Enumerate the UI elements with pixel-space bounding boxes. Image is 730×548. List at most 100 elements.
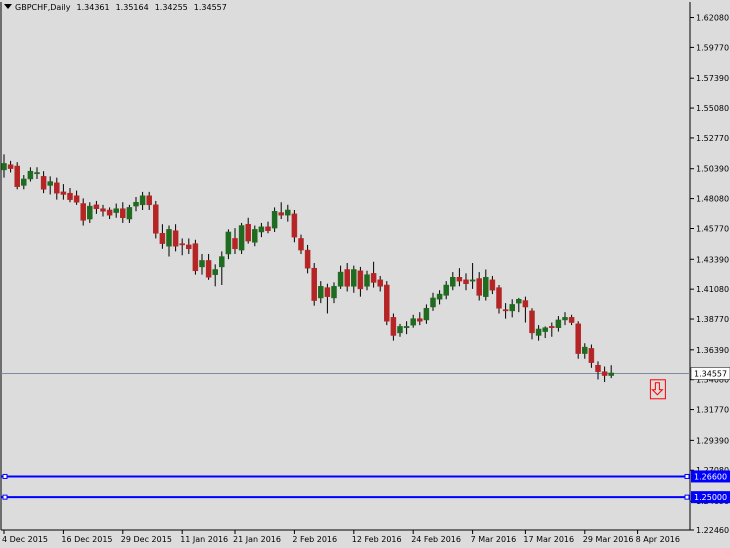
price-tick-label: 1.45770 [696,224,729,233]
price-tick-label: 1.52770 [696,134,729,143]
candle-body [582,346,588,354]
candle-body [205,260,212,278]
price-tick-label: 1.29390 [696,436,729,445]
candle-body [258,226,265,233]
collapse-triangle-icon[interactable] [4,4,12,9]
price-tick-label: 1.31770 [696,406,729,415]
open-value: 1.34361 [76,3,110,12]
candle-body [403,326,410,328]
candle-body [483,277,489,297]
candle-body [179,243,185,246]
price-tick-label: 1.22460 [696,526,729,535]
time-tick-label: 29 Dec 2015 [121,535,172,544]
candle-body [186,244,192,250]
candle-body [549,326,555,328]
candle-body [489,279,496,291]
level-handle-right [684,494,690,500]
price-tick-label: 1.36390 [696,346,729,355]
bear-candle [575,321,581,359]
candle-body [139,195,146,206]
candle-body [364,274,370,287]
time-tick-label: 16 Dec 2015 [61,535,112,544]
candle-body [153,204,159,234]
candle-body [166,229,172,247]
candle-body [126,207,133,220]
candle-body [601,371,608,376]
candle-body [285,209,291,216]
candle-body [377,279,383,287]
candle-body [225,231,232,255]
candle-body [304,249,311,269]
candle-body [7,164,14,169]
candle-body [318,286,324,299]
candle-body [496,287,502,309]
candle-body [212,269,218,275]
time-tick-label: 24 Feb 2016 [411,535,461,544]
candle-body [568,317,575,323]
price-tick-label: 1.59770 [696,43,729,52]
candle-body [469,279,476,282]
candle-body [291,213,298,238]
candle-body [423,308,430,321]
time-tick-label: 21 Jan 2016 [233,535,281,544]
candle-body [417,318,423,322]
symbol-label: GBPCHF,Daily [15,3,71,12]
candle-body [555,319,562,328]
candle-body [397,326,403,334]
candle-body [265,226,271,231]
time-tick-label: 11 Jan 2016 [180,535,228,544]
price-tick-label: 1.55080 [696,104,729,113]
time-tick-label: 8 Apr 2016 [636,535,680,544]
price-tick-label: 1.43390 [696,255,729,264]
candle-body [384,284,390,322]
candle-body [509,304,515,312]
candle-body [344,269,350,287]
chart-background [0,0,730,548]
candle-body [232,238,238,250]
candle-body [238,225,245,251]
candle-body [21,178,27,186]
candle-body [192,243,199,272]
time-tick-label: 17 Mar 2016 [523,535,574,544]
price-tick-label: 1.57390 [696,74,729,83]
candle-body [87,205,93,220]
candle-body [14,165,20,187]
candle-body [120,208,126,219]
candle-body [608,372,614,376]
candle-body [450,277,456,287]
candle-body [271,211,278,229]
candle-body [1,163,7,171]
candle-body [443,284,449,296]
level-handle-right [684,473,690,479]
current-price-label: 1.34557 [694,370,727,379]
candle-body [245,223,251,242]
price-tick-label: 1.50390 [696,165,729,174]
candle-body [516,298,522,304]
candle-body [252,229,258,243]
price-tick-label: 1.41080 [696,285,729,294]
candle-body [106,209,113,216]
candle-body [80,203,86,221]
candle-body [73,195,80,203]
candle-body [27,170,34,180]
bull-candle [238,222,245,254]
candle-body [562,317,568,321]
bear-candle [14,162,20,190]
candle-body [100,208,106,212]
chart-header: GBPCHF,Daily 1.34361 1.35164 1.34255 1.34557 [4,3,233,12]
low-value: 1.34255 [154,3,188,12]
candle-body [390,317,397,336]
bear-candle [384,281,390,326]
bear-candle [192,239,199,275]
close-value: 1.34557 [193,3,227,12]
level-price-label: 1.26600 [694,472,727,481]
time-tick-label: 7 Mar 2016 [471,535,517,544]
time-tick-label: 12 Feb 2016 [352,535,402,544]
candle-body [298,238,304,251]
candle-body [535,328,542,336]
time-tick-label: 4 Dec 2015 [2,535,48,544]
price-chart[interactable]: 1.62080 1.59770 1.57390 1.55080 1.52770 1.503… [0,0,730,548]
candle-body [456,277,463,282]
candle-body [476,278,482,296]
candle-body [219,256,225,268]
